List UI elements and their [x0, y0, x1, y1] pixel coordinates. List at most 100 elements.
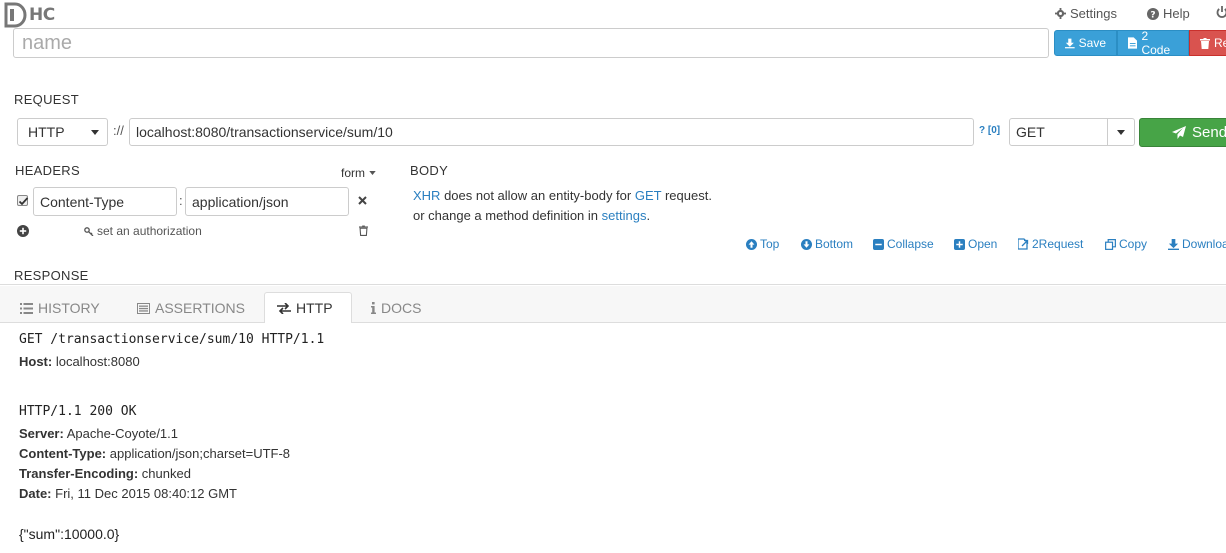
share-icon — [1018, 238, 1029, 250]
download-icon — [1168, 238, 1179, 250]
body-hint-prefix: or change a method definition in — [413, 208, 602, 223]
key-icon — [84, 226, 94, 236]
tab-http[interactable]: HTTP — [264, 292, 352, 324]
request-editor: Save 2 Code Re REQUEST HTTP :// ? [0] GE… — [0, 28, 1226, 285]
send-label: Send — [1192, 124, 1226, 141]
settings-label: Settings — [1070, 6, 1117, 21]
http-response-header: Date: Fri, 11 Dec 2015 08:40:12 GMT — [19, 486, 237, 501]
tab-docs-label: DOCS — [381, 300, 422, 316]
minus-square-icon — [873, 238, 884, 250]
code-button[interactable]: 2 Code — [1117, 29, 1189, 57]
remove-button[interactable]: Re — [1189, 30, 1226, 56]
body-hint-suffix: . — [646, 208, 651, 223]
header-name-input[interactable]: Content-Type — [33, 187, 177, 216]
header-val: Fri, 11 Dec 2015 08:40:12 GMT — [51, 486, 237, 501]
tab-history[interactable]: HISTORY — [8, 293, 112, 323]
method-input[interactable]: GET — [1009, 118, 1108, 146]
exchange-icon — [277, 302, 291, 314]
info-icon — [371, 302, 376, 314]
open-label: Open — [968, 237, 998, 251]
settings-link[interactable]: Settings — [1055, 6, 1117, 21]
http-status-line: HTTP/1.1 200 OK — [19, 404, 137, 419]
protocol-value: HTTP — [28, 124, 65, 140]
collapse-label: Collapse — [887, 237, 934, 251]
tab-assertions[interactable]: ASSERTIONS — [125, 293, 257, 323]
header-key: Date: — [19, 486, 52, 501]
top-label: Top — [760, 237, 780, 251]
http-response-header: Transfer-Encoding: chunked — [19, 466, 191, 481]
http-exchange-panel: GET /transactionservice/sum/10 HTTP/1.1 … — [0, 323, 1226, 553]
scheme-separator: :// — [113, 123, 124, 138]
http-request-line: GET /transactionservice/sum/10 HTTP/1.1 — [19, 332, 325, 347]
headers-section-title: HEADERS — [15, 163, 80, 178]
protocol-select[interactable]: HTTP — [17, 118, 108, 146]
open-link[interactable]: Open — [954, 237, 997, 251]
method-dropdown-toggle[interactable] — [1107, 118, 1135, 146]
http-response-header: Server: Apache-Coyote/1.1 — [19, 426, 178, 441]
xhr-link[interactable]: XHR — [413, 188, 440, 203]
collapse-link[interactable]: Collapse — [873, 237, 934, 251]
header-key: Content-Type: — [19, 446, 107, 461]
paper-plane-icon — [1172, 126, 1186, 139]
http-request-header: Host: localhost:8080 — [19, 354, 140, 369]
copy-label: Copy — [1119, 237, 1148, 251]
app-logo[interactable]: HC — [3, 2, 55, 28]
save-label: Save — [1078, 36, 1106, 50]
question-circle-icon: ? — [1147, 7, 1159, 20]
copy-link[interactable]: Copy — [1105, 237, 1147, 251]
header-value-input[interactable]: application/json — [185, 187, 349, 216]
code-label: 2 Code — [1141, 29, 1171, 57]
caret-down-icon — [1117, 129, 1125, 135]
to-request-link[interactable]: 2Request — [1018, 237, 1083, 251]
header-key: Host: — [19, 354, 53, 369]
get-method-link[interactable]: GET — [635, 188, 662, 203]
body-disabled-message: XHR does not allow an entity-body for GE… — [413, 188, 712, 203]
settings-inline-link[interactable]: settings — [602, 208, 647, 223]
header-val: Apache-Coyote/1.1 — [63, 426, 179, 441]
url-help-link[interactable]: ? [0] — [979, 125, 1000, 136]
list-icon — [20, 302, 33, 314]
header-separator: : — [179, 193, 183, 208]
user-menu[interactable] — [1216, 6, 1226, 18]
file-icon — [1128, 37, 1138, 49]
request-section-title: REQUEST — [14, 92, 79, 107]
header-val: localhost:8080 — [52, 354, 140, 369]
headers-form-toggle[interactable]: form — [341, 166, 376, 180]
http-response-body: {"sum":10000.0} — [19, 526, 120, 542]
header-key: Transfer-Encoding: — [19, 466, 139, 481]
tab-http-label: HTTP — [296, 300, 333, 316]
scroll-top-link[interactable]: Top — [746, 237, 779, 251]
close-icon — [358, 196, 367, 205]
form-toggle-label: form — [341, 166, 365, 180]
header-enabled-checkbox[interactable] — [17, 195, 29, 206]
header-val: chunked — [138, 466, 191, 481]
power-icon — [1216, 6, 1226, 18]
save-button[interactable]: Save — [1054, 30, 1117, 56]
set-authorization-link[interactable]: set an authorization — [84, 224, 202, 238]
help-link[interactable]: ? Help — [1147, 6, 1190, 21]
copy-icon — [1105, 238, 1116, 250]
clear-headers-button[interactable] — [359, 225, 368, 236]
download-link[interactable]: Downloa — [1168, 237, 1226, 251]
help-label: Help — [1163, 6, 1190, 21]
body-section-title: BODY — [410, 163, 449, 178]
http-response-header: Content-Type: application/json;charset=U… — [19, 446, 290, 461]
url-input[interactable] — [129, 118, 974, 146]
to-request-label: 2Request — [1032, 237, 1084, 251]
download-icon — [1065, 38, 1075, 48]
list-alt-icon — [137, 302, 150, 314]
add-header-button[interactable] — [17, 225, 29, 237]
send-button[interactable]: Send — [1139, 118, 1226, 147]
remove-header-button[interactable] — [358, 196, 367, 205]
body-disabled-hint: or change a method definition in setting… — [413, 208, 650, 223]
tab-docs[interactable]: DOCS — [359, 293, 433, 323]
body-msg-part1: does not allow an entity-body for — [440, 188, 635, 203]
request-name-input[interactable] — [13, 28, 1049, 58]
remove-label: Re — [1214, 36, 1226, 50]
caret-down-icon — [369, 171, 376, 175]
response-tabs: HISTORY ASSERTIONS HTTP DOCS — [0, 286, 1226, 324]
trash-icon — [359, 225, 368, 236]
check-icon — [18, 197, 29, 206]
auth-label: set an authorization — [97, 224, 202, 238]
scroll-bottom-link[interactable]: Bottom — [801, 237, 853, 251]
